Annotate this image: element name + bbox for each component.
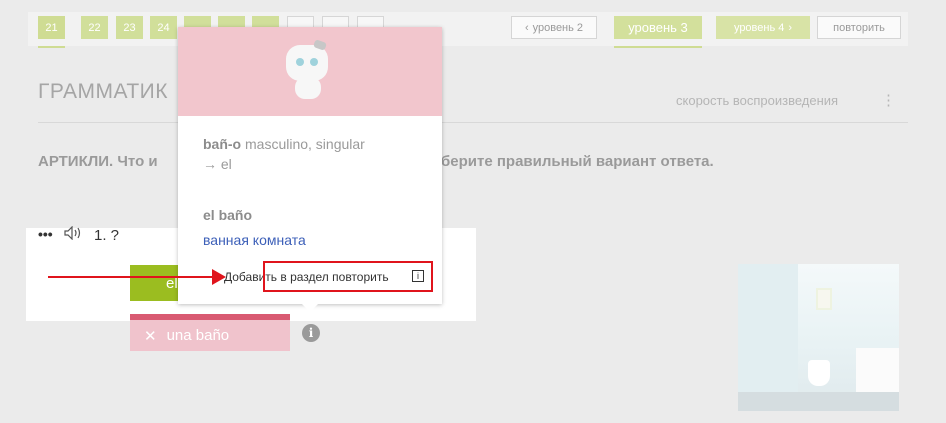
info-icon[interactable]: i	[302, 324, 320, 342]
answer-option-wrong[interactable]: ✕ una baño	[130, 320, 290, 351]
chevron-left-icon: ‹	[524, 21, 529, 34]
word-popup: bañ-o masculino, singular → el el baño в…	[178, 27, 442, 304]
grammar-result: → el	[203, 156, 232, 172]
next-level-label: уровень 4	[733, 21, 785, 34]
playback-speed-link[interactable]: скорость воспроизведения	[676, 93, 838, 108]
popup-word: el baño	[203, 207, 253, 223]
image-cabinet	[856, 348, 899, 392]
more-vertical-icon[interactable]: ⋮	[881, 91, 896, 109]
chevron-right-icon: ›	[788, 21, 793, 34]
current-level-label: уровень 3	[628, 20, 688, 35]
answer-wrong-label: una baño	[166, 327, 230, 344]
robot-mascot-icon	[286, 45, 328, 81]
current-level-button[interactable]: уровень 3	[614, 16, 702, 39]
image-wall	[738, 264, 798, 411]
current-level-indicator	[614, 46, 702, 48]
lesson-tab-22[interactable]: 22	[81, 16, 108, 39]
bathroom-image	[738, 264, 899, 411]
more-horizontal-icon[interactable]: •••	[38, 226, 53, 242]
page-title: ГРАММАТИК	[38, 80, 168, 103]
prev-level-button[interactable]: ‹ уровень 2	[511, 16, 597, 39]
image-toilet	[808, 360, 830, 386]
popup-grammar: bañ-o masculino, singular → el	[203, 134, 423, 174]
instruction-text-start: АРТИКЛИ. Что и	[38, 153, 158, 170]
popup-translation[interactable]: ванная комната	[203, 232, 306, 248]
prev-level-label: уровень 2	[532, 21, 584, 34]
instruction-text-end: берите правильный вариант ответа.	[441, 153, 714, 170]
robot-eye-right	[310, 58, 318, 66]
grammar-word: bañ-o	[203, 136, 242, 152]
highlight-box	[263, 261, 433, 292]
grammar-desc: masculino, singular	[245, 136, 365, 152]
lesson-tab-21[interactable]: 21	[38, 16, 65, 39]
speaker-icon[interactable]	[64, 225, 84, 243]
image-floor	[738, 392, 899, 411]
robot-body	[295, 77, 321, 99]
image-frame	[816, 288, 832, 310]
popup-header	[178, 27, 442, 116]
next-level-button[interactable]: уровень 4 ›	[716, 16, 810, 39]
question-number: 1. ?	[94, 227, 120, 244]
header-divider	[38, 122, 908, 123]
annotation-arrow-head	[212, 269, 226, 285]
repeat-button[interactable]: повторить	[817, 16, 901, 39]
robot-eye-left	[296, 58, 304, 66]
active-lesson-indicator	[38, 46, 65, 48]
popup-pointer	[302, 304, 318, 312]
close-icon: ✕	[144, 327, 157, 345]
repeat-label: повторить	[833, 21, 885, 34]
annotation-arrow-line	[48, 276, 216, 278]
lesson-tab-23[interactable]: 23	[116, 16, 143, 39]
lesson-tab-24[interactable]: 24	[150, 16, 177, 39]
